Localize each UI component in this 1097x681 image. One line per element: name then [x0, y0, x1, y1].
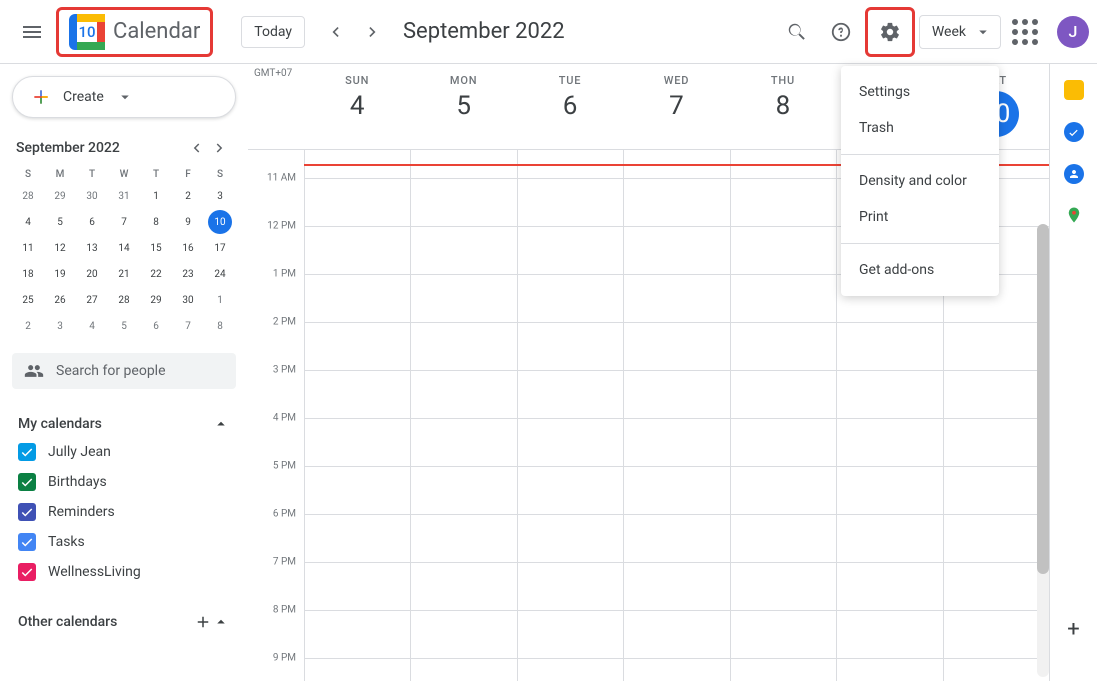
mini-month-title: September 2022 — [16, 140, 184, 156]
mini-prev-month[interactable] — [184, 136, 208, 160]
calendar-item[interactable]: WellnessLiving — [12, 557, 236, 587]
mini-day[interactable]: 3 — [208, 184, 232, 208]
mini-day[interactable]: 6 — [144, 314, 168, 338]
mini-day[interactable]: 13 — [80, 236, 104, 260]
mini-day[interactable]: 26 — [48, 288, 72, 312]
chevron-up-icon — [212, 415, 230, 433]
checkbox-icon[interactable] — [18, 533, 36, 551]
google-apps-button[interactable] — [1005, 12, 1045, 52]
menu-trash[interactable]: Trash — [841, 110, 999, 146]
plus-icon — [31, 87, 51, 107]
menu-density[interactable]: Density and color — [841, 163, 999, 199]
today-button[interactable]: Today — [241, 16, 305, 48]
mini-day[interactable]: 30 — [176, 288, 200, 312]
calendar-item[interactable]: Jully Jean — [12, 437, 236, 467]
mini-day[interactable]: 5 — [48, 210, 72, 234]
day-column-header[interactable]: THU8 — [730, 64, 836, 149]
checkbox-icon[interactable] — [18, 563, 36, 581]
people-icon — [24, 361, 44, 381]
chevron-down-icon — [974, 23, 992, 41]
account-avatar[interactable]: J — [1057, 16, 1089, 48]
mini-day[interactable]: 12 — [48, 236, 72, 260]
mini-day[interactable]: 31 — [112, 184, 136, 208]
mini-day[interactable]: 2 — [16, 314, 40, 338]
mini-day[interactable]: 22 — [144, 262, 168, 286]
app-name: Calendar — [113, 19, 200, 44]
mini-day[interactable]: 7 — [176, 314, 200, 338]
settings-button-highlight — [865, 7, 915, 57]
main-menu-button[interactable] — [8, 8, 56, 56]
mini-day[interactable]: 4 — [80, 314, 104, 338]
mini-next-month[interactable] — [208, 136, 232, 160]
mini-day[interactable]: 3 — [48, 314, 72, 338]
date-range-title[interactable]: September 2022 — [403, 19, 565, 44]
day-column-header[interactable]: TUE6 — [517, 64, 623, 149]
view-switcher[interactable]: Week — [919, 15, 1001, 49]
mini-day[interactable]: 29 — [48, 184, 72, 208]
calendar-item[interactable]: Birthdays — [12, 467, 236, 497]
app-logo-highlight: 10 Calendar — [56, 7, 213, 57]
calendar-icon: 10 — [69, 14, 105, 50]
maps-sidepanel-icon[interactable] — [1065, 206, 1083, 224]
mini-day[interactable]: 24 — [208, 262, 232, 286]
mini-day[interactable]: 17 — [208, 236, 232, 260]
timezone-label: GMT+07 — [254, 68, 292, 79]
mini-day[interactable]: 28 — [16, 184, 40, 208]
menu-print[interactable]: Print — [841, 199, 999, 235]
settings-button[interactable] — [870, 12, 910, 52]
mini-day[interactable]: 8 — [208, 314, 232, 338]
contacts-sidepanel-icon[interactable] — [1064, 164, 1084, 184]
help-button[interactable] — [821, 12, 861, 52]
mini-day[interactable]: 1 — [208, 288, 232, 312]
mini-day[interactable]: 9 — [176, 210, 200, 234]
mini-day[interactable]: 20 — [80, 262, 104, 286]
day-column-header[interactable]: MON5 — [410, 64, 516, 149]
checkbox-icon[interactable] — [18, 503, 36, 521]
chevron-up-icon — [212, 613, 230, 631]
day-column-header[interactable]: SUN4 — [304, 64, 410, 149]
search-people-input[interactable]: Search for people — [12, 353, 236, 389]
checkbox-icon[interactable] — [18, 473, 36, 491]
mini-day[interactable]: 7 — [112, 210, 136, 234]
mini-day[interactable]: 28 — [112, 288, 136, 312]
mini-day[interactable]: 14 — [112, 236, 136, 260]
mini-day[interactable]: 29 — [144, 288, 168, 312]
add-sidepanel-button[interactable]: + — [1064, 619, 1084, 639]
mini-day[interactable]: 23 — [176, 262, 200, 286]
mini-day[interactable]: 5 — [112, 314, 136, 338]
mini-day[interactable]: 6 — [80, 210, 104, 234]
prev-week-button[interactable] — [319, 16, 351, 48]
other-calendars-toggle[interactable]: Other calendars — [12, 609, 236, 635]
search-button[interactable] — [777, 12, 817, 52]
calendar-item[interactable]: Tasks — [12, 527, 236, 557]
scrollbar[interactable] — [1037, 224, 1049, 677]
mini-day[interactable]: 10 — [208, 210, 232, 234]
checkbox-icon[interactable] — [18, 443, 36, 461]
mini-day[interactable]: 2 — [176, 184, 200, 208]
tasks-sidepanel-icon[interactable] — [1064, 122, 1084, 142]
chevron-down-icon — [116, 88, 134, 106]
menu-addons[interactable]: Get add-ons — [841, 252, 999, 288]
mini-day[interactable]: 8 — [144, 210, 168, 234]
mini-day[interactable]: 25 — [16, 288, 40, 312]
settings-dropdown: Settings Trash Density and color Print G… — [841, 66, 999, 296]
mini-day[interactable]: 4 — [16, 210, 40, 234]
my-calendars-toggle[interactable]: My calendars — [12, 411, 236, 437]
mini-day[interactable]: 15 — [144, 236, 168, 260]
mini-day[interactable]: 21 — [112, 262, 136, 286]
mini-day[interactable]: 18 — [16, 262, 40, 286]
mini-day[interactable]: 16 — [176, 236, 200, 260]
mini-day[interactable]: 11 — [16, 236, 40, 260]
create-button[interactable]: Create — [12, 76, 236, 118]
mini-day[interactable]: 1 — [144, 184, 168, 208]
keep-sidepanel-icon[interactable] — [1064, 80, 1084, 100]
day-column-header[interactable]: WED7 — [623, 64, 729, 149]
mini-day[interactable]: 19 — [48, 262, 72, 286]
add-calendar-icon[interactable] — [194, 613, 212, 631]
calendar-item[interactable]: Reminders — [12, 497, 236, 527]
mini-day[interactable]: 30 — [80, 184, 104, 208]
menu-settings[interactable]: Settings — [841, 74, 999, 110]
mini-day[interactable]: 27 — [80, 288, 104, 312]
next-week-button[interactable] — [357, 16, 389, 48]
